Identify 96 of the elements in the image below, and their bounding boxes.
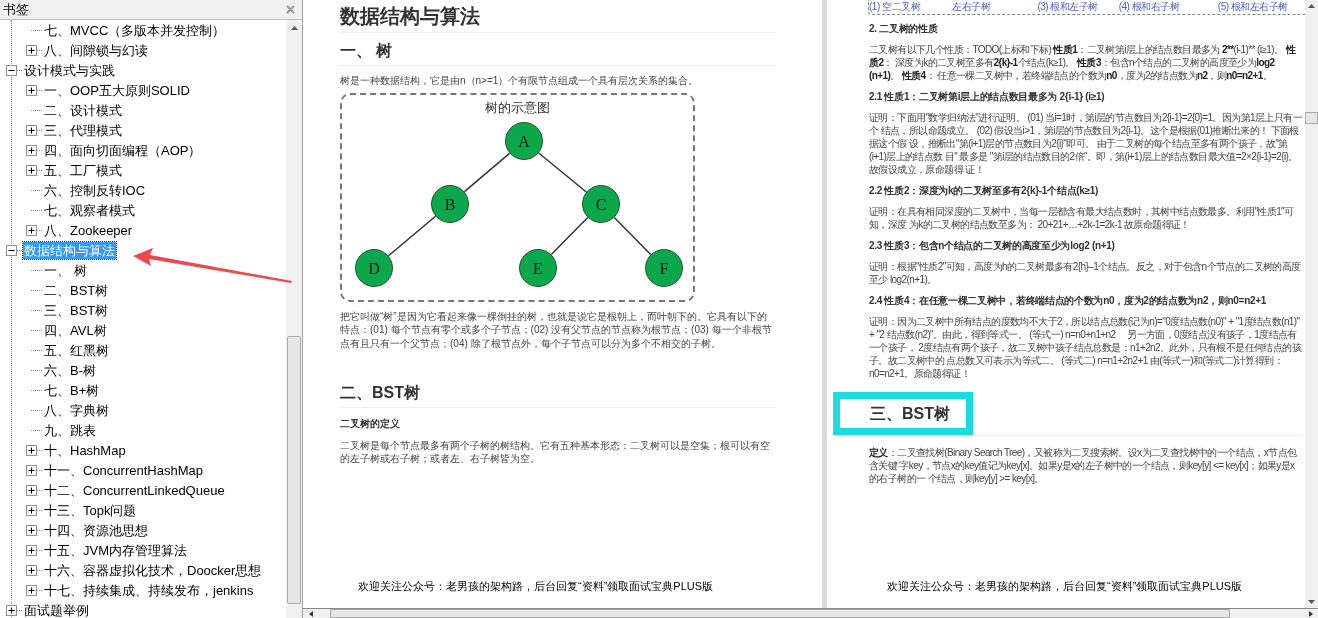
bookmark-item[interactable]: 十二、ConcurrentLinkedQueue (43, 481, 226, 499)
edge-line (550, 216, 589, 256)
bookmark-item[interactable]: 六、控制反转IOC (43, 181, 147, 199)
page-footer: 欢迎关注公众号：老男孩的架构路，后台回复“资料”领取面试宝典PLUS版 (358, 577, 714, 594)
bookmark-item[interactable]: 四、AVL树 (43, 321, 108, 339)
figure-caption: (5) 根和左右子树 (1217, 0, 1289, 13)
bookmark-item[interactable]: 七、B+树 (43, 381, 101, 399)
bookmark-item[interactable]: 一、OOP五大原则SOLID (43, 81, 191, 99)
bookmark-item[interactable]: 十四、资源池思想 (43, 521, 149, 539)
expand-icon[interactable] (26, 504, 37, 516)
section-heading: 三、BST树 (870, 403, 950, 424)
bookmark-item[interactable]: 十一、ConcurrentHashMap (43, 461, 204, 479)
bookmark-item[interactable]: 十、HashMap (43, 441, 127, 459)
paragraph: 证明：因为二叉树中所有结点的度数均不大于2，所以结点总数(记为n)="0度结点数(n0)" + "1度结点数(n1)" + "2 结点数(n2)"。由此，得到等式一。 (等式一) n=n0+n1+n2 另一方面，0度结点没有孩子，1度结点有一个孩子， 2度结点有两个孩子，故二叉树中孩子结点总数是：n1+2n2。此外，只有根不是任何结点的孩子。故二叉树中的 点总数又可表示为等式二。 (等式二) n=n1+2n2+1 由(等式一)和(等式二)计算得到：n0=n2+1。原命题得证！ (869, 315, 1303, 380)
expand-icon[interactable] (26, 144, 37, 156)
scroll-up-icon[interactable] (1308, 4, 1315, 8)
bookmark-item[interactable]: 一、 树 (43, 261, 88, 279)
diagram-title: 树的示意图 (484, 99, 551, 117)
bookmark-item[interactable]: 八、间隙锁与幻读 (43, 41, 149, 59)
scrollbar-thumb[interactable] (330, 609, 1230, 618)
subheading: 2.2 性质2：深度为k的二叉树至多有2{k}-1个结点(k≥1) (869, 184, 1099, 198)
expand-icon[interactable] (26, 164, 37, 176)
bookmark-item[interactable]: 八、字典树 (43, 401, 110, 419)
bookmark-item[interactable]: 七、MVCC（多版本并发控制） (43, 21, 227, 39)
bookmark-item[interactable]: 六、B-树 (43, 361, 97, 379)
scroll-left-icon[interactable] (308, 610, 313, 617)
bookmark-item[interactable]: 三、代理模式 (43, 121, 123, 139)
horizontal-scrollbar[interactable] (303, 608, 1318, 618)
tree-node: D (355, 249, 393, 287)
subheading: 2.4 性质4：在任意一棵二叉树中，若终端结点的个数为n0，度为2的结点数为n2，则n0=n2+1 (869, 294, 1268, 308)
subheading: 二叉树的定义 (340, 416, 400, 431)
section-heading: 二、BST树 (340, 382, 420, 403)
bookmark-item[interactable]: 二、BST树 (43, 281, 110, 299)
bookmark-item[interactable]: 面试题举例 (23, 601, 90, 618)
bookmark-item[interactable]: 五、红黑树 (43, 341, 110, 359)
panel-title: 书签 (3, 0, 29, 19)
edge-line (387, 215, 437, 257)
scrollbar[interactable] (1305, 0, 1318, 608)
bookmark-item[interactable]: 设计模式与实践 (23, 61, 116, 79)
paragraph: 二叉树有以下几个性质：TODO(上标和下标) 性质1：二叉树第i层上的结点数目最多为 2**(i-1)** (i≥1)。 性质2： 深度为k的二叉树至多有2{k}-1个结点(k≥1)。 性质3：包含n个结点的二叉树的高度至少为log2 (n+1)。 性质4： 任意一棵二叉树中，若终端结点的个数为n0，度为2的结点数为n2，则n0=n2+1。 (869, 43, 1297, 82)
figure-caption: 左右子树 (952, 0, 992, 13)
paragraph: 二叉树是每个节点最多有两个子树的树结构。它有五种基本形态：二叉树可以是空集；根可以有空的左子树或右子树；或者左、右子树皆为空。 (340, 438, 771, 466)
scrollbar-thumb[interactable] (1305, 112, 1318, 124)
expand-icon[interactable] (26, 224, 37, 236)
edge-line (613, 216, 652, 256)
bookmark-item[interactable]: 十五、JVM内存管理算法 (43, 541, 188, 559)
tree-node: B (431, 185, 469, 223)
edge-line (463, 152, 511, 193)
scroll-up-icon[interactable] (290, 26, 298, 30)
expand-icon[interactable] (26, 464, 37, 476)
bookmark-item[interactable]: 十七、持续集成、持续发布，jenkins (43, 581, 255, 599)
expand-icon[interactable] (26, 484, 37, 496)
section-heading: 一、 树 (340, 41, 393, 61)
expand-icon[interactable] (26, 84, 37, 96)
expand-icon[interactable] (26, 564, 37, 576)
bookmark-item[interactable]: 五、工厂模式 (43, 161, 123, 179)
subheading: 2.3 性质3：包含n个结点的二叉树的高度至少为log2 (n+1) (869, 239, 1116, 253)
tree-node: E (519, 249, 557, 287)
scrollbar[interactable] (286, 20, 302, 618)
expand-icon[interactable] (26, 44, 37, 56)
collapse-icon[interactable] (6, 64, 17, 76)
expand-icon[interactable] (26, 584, 37, 596)
subheading: 2. 二叉树的性质 (869, 22, 939, 36)
paragraph: 证明：在具有相同深度的二叉树中，当每一层都含有最大结点数时，其树中结点数最多。利用"性质1"可知，深度 为k的二叉树的结点数至多为： 20+21+…+2k-1=2k-1 故原命题得证！ (869, 205, 1295, 231)
subheading: 2.1 性质1：二叉树第i层上的结点数目最多为 2{i-1} (i≥1) (869, 90, 1106, 104)
page-title: 数据结构与算法 (340, 4, 480, 29)
figure-caption: (3) 根和左子树 (1037, 0, 1099, 13)
paragraph: 定义：二叉查找树(Binary Search Tree)，又被称为二叉搜索树。设x为二叉查找树中的一个结点，x节点包含关键 字key，节点x的key值记为key[x]。如果y是x的左子树中的一个结点，则key[y] <= key[x]；如果y是x的右子树的一 个结点，则key[y] >= key[x]。 (869, 446, 1298, 485)
tree-node: F (645, 249, 683, 287)
paragraph: 证明：根据"性质2"可知，高度为h的二叉树最多有2{h}–1个结点。反之，对于包含n个节点的二叉树的高度至少 log2(n+1)。 (869, 260, 1302, 286)
tree-node: A (505, 122, 543, 160)
bookmark-item[interactable]: 七、观察者模式 (43, 201, 136, 219)
edge-line (537, 152, 588, 193)
figure-caption: (1) 空二叉树 (869, 0, 922, 13)
expand-icon[interactable] (26, 124, 37, 136)
tree-node: C (582, 185, 620, 223)
figure-caption: (4) 根和右子树 (1118, 0, 1181, 13)
bookmark-item[interactable]: 四、面向切面编程（AOP） (43, 141, 203, 159)
bookmark-item[interactable]: 二、设计模式 (43, 101, 123, 119)
expand-icon[interactable] (6, 604, 17, 616)
bookmark-item[interactable]: 十六、容器虚拟化技术，Doocker思想 (43, 561, 263, 579)
collapse-icon[interactable] (6, 244, 17, 256)
bookmark-item[interactable]: 十三、Topk问题 (43, 501, 138, 519)
bookmark-item[interactable]: 九、跳表 (43, 421, 97, 439)
expand-icon[interactable] (26, 524, 37, 536)
scroll-down-icon[interactable] (1308, 600, 1315, 604)
page-footer: 欢迎关注公众号：老男孩的架构路，后台回复“资料”领取面试宝典PLUS版 (887, 577, 1243, 594)
paragraph: 证明：下面用"数学归纳法"进行证明。 (01) 当i=1时，第i层的节点数目为2{i-1}=2{0}=1。因为第1层上只有一个 结点，所以命题成立。 (02) 假设当i>1，第i层的节点数目为2{i-1}。这个是根据(01)推断出来的！ 下面根据这个假 设，推断出"第(i+1)层的节点数目为2{i}"即可。 由于二叉树的每个结点至多有两个孩子，故"第(i+1)层上的结点数 目" 最多是 "第i层的结点数目的2倍"。即，第(i+1)层上的结点数目最大值=2×2{i-1}=2{i}。故假设成立，原命题得 证！ (869, 111, 1303, 176)
bookmark-item[interactable]: 八、Zookeeper (43, 221, 134, 239)
scrollbar-thumb[interactable] (287, 336, 301, 604)
paragraph: 把它叫做“树”是因为它看起来像一棵倒挂的树，也就是说它是根朝上，而叶朝下的。它具有以下的特点：(01) 每个节点有零个或多个子节点；(02) 没有父节点的节点称为根节点；(03) 每一个非根节点有且只有一个父节点；(04) 除了根节点外，每个子节点可以分为多个不相交的子树。 (340, 310, 773, 350)
bookmark-item[interactable]: 三、BST树 (43, 301, 110, 319)
paragraph: 树是一种数据结构，它是由n（n>=1）个有限节点组成一个具有层次关系的集合。 (340, 74, 700, 87)
scroll-right-icon[interactable] (1308, 610, 1313, 617)
expand-icon[interactable] (26, 444, 37, 456)
expand-icon[interactable] (26, 544, 37, 556)
